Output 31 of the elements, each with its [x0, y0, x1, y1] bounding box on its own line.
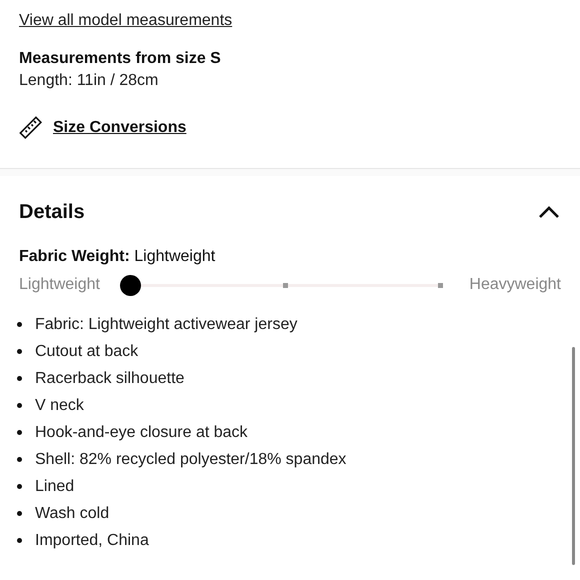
slider-min-label: Lightweight — [19, 275, 101, 295]
bullet-icon — [17, 403, 22, 408]
ruler-icon — [19, 116, 43, 140]
detail-text: Fabric: Lightweight activewear jersey — [35, 314, 298, 334]
details-title: Details — [19, 200, 85, 225]
bullet-icon — [17, 511, 22, 516]
detail-text: Shell: 82% recycled polyester/18% spandex — [35, 450, 346, 470]
detail-text: Hook-and-eye closure at back — [35, 422, 248, 442]
bullet-icon — [17, 538, 22, 543]
bullet-icon — [17, 322, 22, 327]
slider-thumb[interactable] — [120, 274, 141, 296]
detail-text: Cutout at back — [35, 342, 138, 362]
detail-text: Lined — [35, 476, 74, 496]
model-measurements-link[interactable]: View all model measurements — [19, 11, 232, 31]
bullet-icon — [17, 430, 22, 435]
bullet-icon — [17, 349, 22, 354]
bullet-icon — [17, 376, 22, 381]
chevron-up-icon[interactable] — [538, 205, 560, 219]
size-conversions-link[interactable]: Size Conversions — [53, 116, 186, 140]
fabric-weight-text: Fabric Weight: Lightweight — [19, 247, 216, 267]
detail-text: Imported, China — [35, 530, 149, 550]
bullet-icon — [17, 484, 22, 489]
measurements-heading: Measurements from size S — [19, 49, 222, 69]
bullet-icon — [17, 457, 22, 462]
detail-text: Racerback silhouette — [35, 368, 184, 388]
length-text: Length: 11in / 28cm — [19, 71, 160, 91]
slider-tick — [438, 282, 443, 288]
slider-max-label: Heavyweight — [469, 275, 561, 295]
detail-text: Wash cold — [35, 504, 110, 524]
detail-text: V neck — [35, 396, 84, 416]
slider-tick — [283, 282, 288, 288]
